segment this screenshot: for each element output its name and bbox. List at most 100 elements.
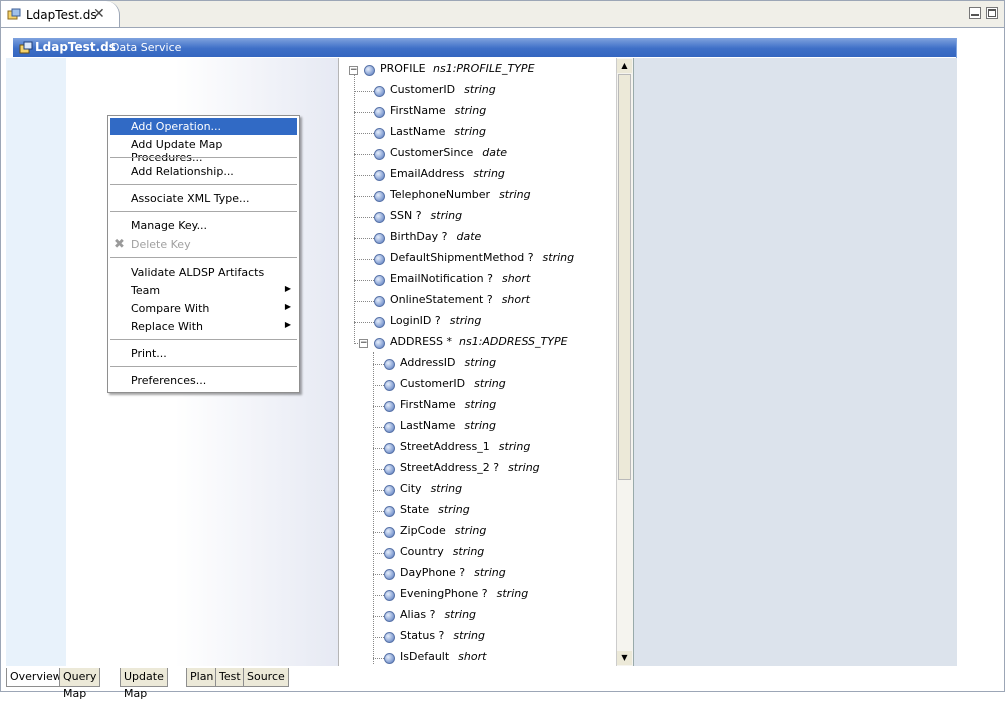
tab-overview[interactable]: Overview <box>6 668 66 687</box>
tree-node-field[interactable]: State string <box>339 503 616 521</box>
tree-node-field[interactable]: DefaultShipmentMethod ? string <box>339 251 616 269</box>
collapse-icon[interactable]: − <box>349 66 358 75</box>
menu-item-add-relationship[interactable]: Add Relationship... <box>110 163 297 180</box>
menu-item-print[interactable]: Print... <box>110 345 297 362</box>
menu-item-label: Add Operation... <box>131 120 222 133</box>
tab-update-map[interactable]: Update Map <box>120 668 168 700</box>
tree-node-field[interactable]: StreetAddress_1 string <box>339 440 616 458</box>
tree-node-field[interactable]: BirthDay ? date <box>339 230 616 248</box>
tree-node-field[interactable]: SSN ? string <box>339 209 616 227</box>
element-icon <box>374 338 385 349</box>
tree-scrollbar[interactable]: ▲ ▼ <box>616 58 633 666</box>
tree-connector <box>354 196 374 197</box>
tree-node-field[interactable]: EveningPhone ? string <box>339 587 616 605</box>
menu-item-add-update-map-procedures[interactable]: Add Update Map Procedures... <box>110 136 297 164</box>
menu-item-label: Delete Key <box>131 238 191 251</box>
node-name: CustomerID <box>390 83 456 96</box>
element-icon <box>384 359 395 370</box>
tab-plan[interactable]: Plan <box>186 668 218 687</box>
tab-test[interactable]: Test <box>215 668 245 687</box>
tree-node-field[interactable]: EmailAddress string <box>339 167 616 185</box>
tree-node-field[interactable]: LastName string <box>339 419 616 437</box>
tree-node-field[interactable]: IsDefault short <box>339 650 616 666</box>
element-icon <box>384 506 395 517</box>
tree-node-address[interactable]: − ADDRESS * ns1:ADDRESS_TYPE <box>339 335 616 353</box>
menu-separator <box>110 184 297 185</box>
tree-connector <box>354 301 374 302</box>
node-name: PROFILE <box>380 62 426 75</box>
tree-node-field[interactable]: FirstName string <box>339 398 616 416</box>
node-type: string <box>474 566 506 579</box>
node-name: AddressID <box>400 356 456 369</box>
service-name: LdapTest.ds <box>35 40 116 54</box>
tree-node-field[interactable]: Country string <box>339 545 616 563</box>
tree-connector <box>373 364 384 365</box>
tree-node-profile[interactable]: − PROFILE ns1:PROFILE_TYPE <box>339 62 616 80</box>
tree-node-field[interactable]: ZipCode string <box>339 524 616 542</box>
tree-connector <box>373 385 384 386</box>
node-type: string <box>464 419 496 432</box>
tree-connector <box>373 574 384 575</box>
element-icon <box>384 485 395 496</box>
collapse-icon[interactable]: − <box>359 339 368 348</box>
data-service-file-icon <box>7 8 21 20</box>
node-name: ADDRESS * <box>390 335 453 348</box>
tree-connector <box>373 511 384 512</box>
tree-node-field[interactable]: CustomerID string <box>339 83 616 101</box>
element-icon <box>374 254 385 265</box>
menu-item-associate-xml-type[interactable]: Associate XML Type... <box>110 190 297 207</box>
menu-item-validate-aldsp-artifacts[interactable]: Validate ALDSP Artifacts <box>110 264 297 281</box>
menu-item-preferences[interactable]: Preferences... <box>110 372 297 389</box>
tree-node-field[interactable]: City string <box>339 482 616 500</box>
scroll-thumb[interactable] <box>618 74 631 480</box>
menu-item-add-operation[interactable]: Add Operation... <box>110 118 297 135</box>
tree-connector <box>373 490 384 491</box>
element-icon <box>364 65 375 76</box>
return-type-tree[interactable]: − PROFILE ns1:PROFILE_TYPE CustomerID str… <box>339 58 616 666</box>
node-type: string <box>430 209 463 222</box>
tab-query-map[interactable]: Query Map <box>59 668 101 700</box>
menu-item-replace-with[interactable]: Replace With ▶ <box>110 318 297 335</box>
menu-item-label: Preferences... <box>131 374 207 387</box>
menu-separator <box>110 339 297 340</box>
tree-node-field[interactable]: FirstName string <box>339 104 616 122</box>
node-name: TelephoneNumber <box>390 188 491 201</box>
editor-tab-ldaptest[interactable]: LdapTest.ds ✕ <box>1 1 120 27</box>
node-name: LastName <box>400 419 456 432</box>
service-title-bar: LdapTest.ds Data Service <box>13 38 957 57</box>
tree-node-field[interactable]: Alias ? string <box>339 608 616 626</box>
tree-node-field[interactable]: EmailNotification ? short <box>339 272 616 290</box>
menu-item-delete-key: ✖ Delete Key <box>110 236 297 253</box>
tree-node-field[interactable]: AddressID string <box>339 356 616 374</box>
tree-node-field[interactable]: StreetAddress_2 ? string <box>339 461 616 479</box>
node-type: string <box>508 461 540 474</box>
maximize-icon[interactable] <box>986 7 998 19</box>
element-icon <box>384 632 395 643</box>
menu-item-label: Manage Key... <box>131 219 208 232</box>
menu-item-manage-key[interactable]: Manage Key... <box>110 217 297 234</box>
node-name: Status ? <box>400 629 445 642</box>
minimize-icon[interactable] <box>969 7 981 19</box>
node-type: string <box>454 125 486 138</box>
tree-node-field[interactable]: CustomerSince date <box>339 146 616 164</box>
tree-node-field[interactable]: OnlineStatement ? short <box>339 293 616 311</box>
tree-node-field[interactable]: Status ? string <box>339 629 616 647</box>
node-type: string <box>430 482 463 495</box>
scroll-up-icon[interactable]: ▲ <box>617 59 632 73</box>
tree-node-field[interactable]: DayPhone ? string <box>339 566 616 584</box>
menu-item-team[interactable]: Team ▶ <box>110 282 297 299</box>
tree-node-field[interactable]: TelephoneNumber string <box>339 188 616 206</box>
node-name: FirstName <box>400 398 456 411</box>
node-name: EmailAddress <box>390 167 465 180</box>
right-panel <box>633 58 957 666</box>
tab-source[interactable]: Source <box>243 668 289 687</box>
close-icon[interactable]: ✕ <box>93 6 105 22</box>
menu-item-compare-with[interactable]: Compare With ▶ <box>110 300 297 317</box>
menu-separator <box>110 366 297 367</box>
tree-node-field[interactable]: LoginID ? string <box>339 314 616 332</box>
tree-node-field[interactable]: LastName string <box>339 125 616 143</box>
tree-node-field[interactable]: CustomerID string <box>339 377 616 395</box>
menu-item-label: Add Update Map Procedures... <box>131 138 223 164</box>
scroll-down-icon[interactable]: ▼ <box>617 651 632 665</box>
menu-item-label: Compare With <box>131 302 210 315</box>
